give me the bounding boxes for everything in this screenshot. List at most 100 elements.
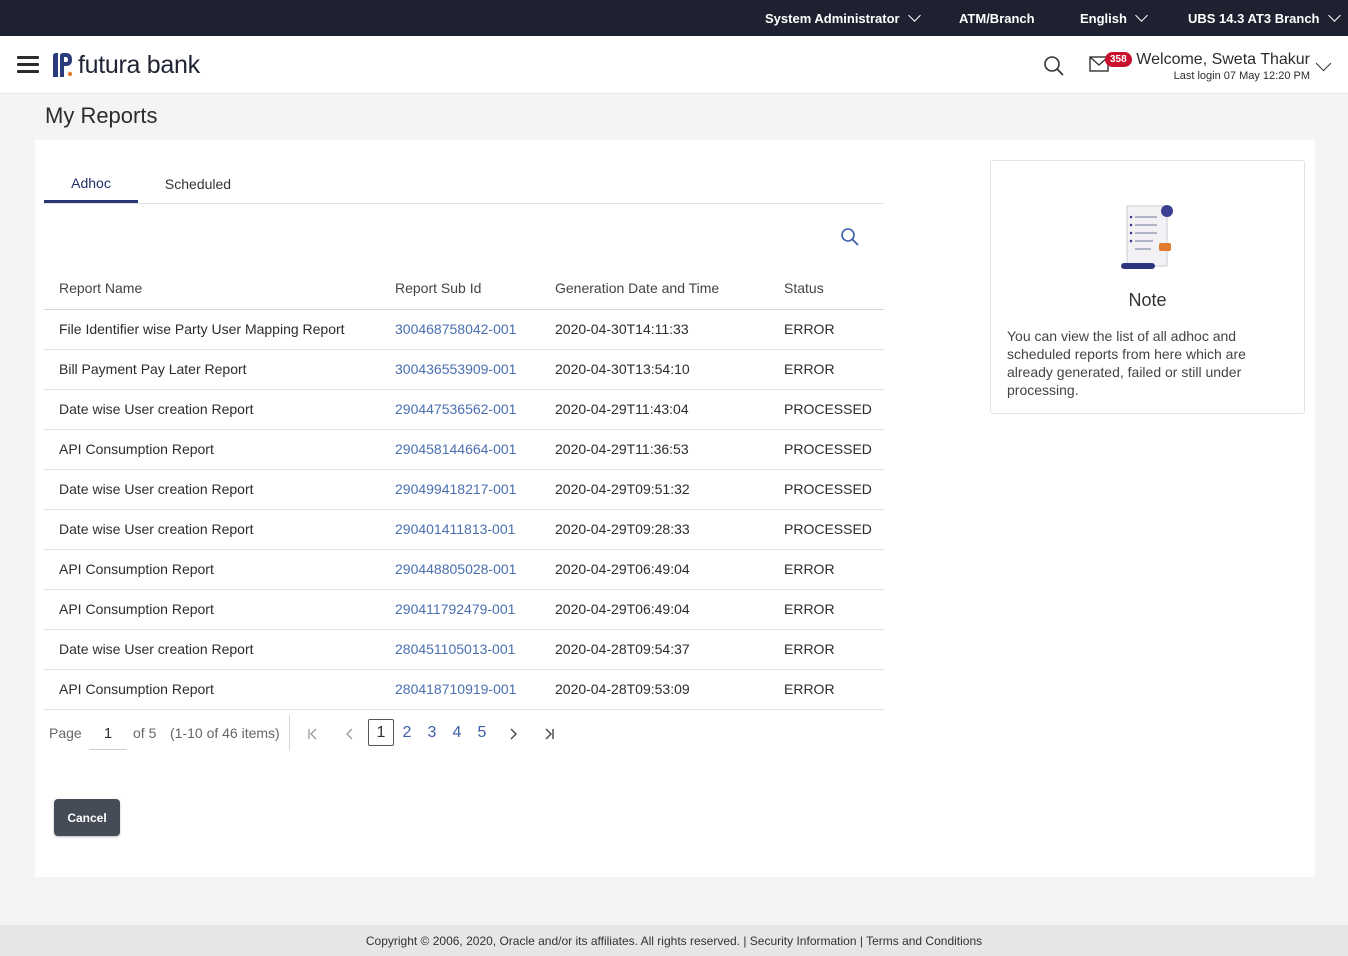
top-bar: System Administrator ATM/Branch English … [0, 0, 1348, 36]
page-number-input[interactable] [89, 718, 127, 750]
tab-bar: Adhoc Scheduled [44, 165, 884, 204]
table-row: API Consumption Report 290411792479-001 … [44, 590, 884, 630]
report-sub-id-link[interactable]: 290499418217-001 [395, 481, 516, 497]
column-generation-date[interactable]: Generation Date and Time [555, 280, 719, 296]
generation-date-cell: 2020-04-30T13:54:10 [555, 361, 690, 377]
notification-badge: 358 [1105, 52, 1132, 67]
table-header: Report Name Report Sub Id Generation Dat… [44, 270, 884, 310]
generation-date-cell: 2020-04-29T06:49:04 [555, 561, 690, 577]
page-2-button[interactable]: 2 [394, 719, 420, 746]
report-name-cell: Date wise User creation Report [59, 521, 254, 537]
table-row: Date wise User creation Report 290499418… [44, 470, 884, 510]
report-name-cell: Date wise User creation Report [59, 401, 254, 417]
status-cell: ERROR [784, 641, 835, 657]
column-report-name[interactable]: Report Name [59, 280, 142, 296]
pagination: Page of 5 (1-10 of 46 items) 1 2 3 4 5 [44, 715, 884, 755]
next-page-icon[interactable] [508, 728, 518, 740]
page-4-button[interactable]: 4 [444, 719, 470, 746]
report-name-cell: File Identifier wise Party User Mapping … [59, 321, 345, 337]
column-report-sub-id[interactable]: Report Sub Id [395, 280, 481, 296]
menu-icon[interactable] [17, 56, 39, 74]
role-dropdown[interactable]: System Administrator [765, 0, 921, 36]
table-row: Date wise User creation Report 280451105… [44, 630, 884, 670]
report-name-cell: API Consumption Report [59, 441, 214, 457]
user-welcome[interactable]: Welcome, Sweta Thakur Last login 07 May … [1136, 51, 1310, 83]
page-5-button[interactable]: 5 [469, 719, 495, 746]
report-sub-id-link[interactable]: 280451105013-001 [395, 641, 515, 657]
search-icon[interactable] [840, 227, 860, 247]
welcome-text: Welcome, Sweta Thakur [1136, 51, 1310, 68]
note-title: Note [1128, 290, 1167, 310]
brand-logo[interactable]: futura bank [50, 50, 200, 80]
report-sub-id-link[interactable]: 290401411813-001 [395, 521, 515, 537]
cancel-button[interactable]: Cancel [54, 799, 120, 836]
tab-scheduled[interactable]: Scheduled [154, 165, 242, 203]
chevron-down-icon [907, 8, 921, 22]
last-login-text: Last login 07 May 12:20 PM [1173, 70, 1310, 82]
futura-logo-icon [53, 53, 73, 77]
generation-date-cell: 2020-04-29T06:49:04 [555, 601, 690, 617]
status-cell: PROCESSED [784, 401, 872, 417]
report-name-cell: API Consumption Report [59, 561, 214, 577]
page-label: Page [49, 725, 82, 741]
report-sub-id-link[interactable]: 300468758042-001 [395, 321, 516, 337]
footer-text: Copyright © 2006, 2020, Oracle and/or it… [365, 933, 983, 948]
generation-date-cell: 2020-04-29T11:36:53 [555, 441, 689, 457]
search-icon[interactable] [1043, 55, 1065, 77]
page-title: My Reports [45, 103, 158, 128]
branch-label: UBS 14.3 AT3 Branch [1188, 10, 1320, 26]
report-sub-id-link[interactable]: 290447536562-001 [395, 401, 516, 417]
report-name-cell: API Consumption Report [59, 601, 214, 617]
status-cell: ERROR [784, 321, 835, 337]
report-sub-id-link[interactable]: 280418710919-001 [395, 681, 516, 697]
footer: Copyright © 2006, 2020, Oracle and/or it… [0, 925, 1348, 956]
report-name-cell: Date wise User creation Report [59, 481, 254, 497]
report-name-cell: API Consumption Report [59, 681, 214, 697]
column-status[interactable]: Status [784, 280, 824, 296]
language-dropdown[interactable]: English [1080, 0, 1148, 36]
brand-name: futura bank [78, 50, 200, 79]
report-name-cell: Date wise User creation Report [59, 641, 254, 657]
page-of-label: of 5 [133, 725, 157, 741]
generation-date-cell: 2020-04-29T09:28:33 [555, 521, 690, 537]
report-sub-id-link[interactable]: 290411792479-001 [395, 601, 515, 617]
generation-date-cell: 2020-04-30T14:11:33 [555, 321, 689, 337]
document-note-icon [1121, 205, 1173, 269]
report-name-cell: Bill Payment Pay Later Report [59, 361, 247, 377]
items-count-label: (1-10 of 46 items) [170, 725, 280, 741]
status-cell: ERROR [784, 561, 835, 577]
status-cell: ERROR [784, 361, 835, 377]
table-row: File Identifier wise Party User Mapping … [44, 310, 884, 350]
tab-adhoc[interactable]: Adhoc [44, 165, 138, 203]
first-page-icon[interactable] [307, 728, 319, 740]
table-row: Bill Payment Pay Later Report 3004365539… [44, 350, 884, 390]
atm-branch-label: ATM/Branch [959, 10, 1035, 26]
note-panel: Note You can view the list of all adhoc … [990, 160, 1305, 414]
page-3-button[interactable]: 3 [419, 719, 445, 746]
status-cell: PROCESSED [784, 441, 872, 457]
generation-date-cell: 2020-04-28T09:54:37 [555, 641, 690, 657]
table-row: Date wise User creation Report 290401411… [44, 510, 884, 550]
page-1-button[interactable]: 1 [368, 719, 394, 746]
branch-dropdown[interactable]: UBS 14.3 AT3 Branch [1188, 0, 1341, 36]
role-label: System Administrator [765, 10, 900, 26]
generation-date-cell: 2020-04-28T09:53:09 [555, 681, 690, 697]
status-cell: ERROR [784, 601, 835, 617]
chevron-down-icon [1135, 8, 1148, 22]
language-label: English [1080, 10, 1127, 26]
status-cell: PROCESSED [784, 521, 872, 537]
report-sub-id-link[interactable]: 300436553909-001 [395, 361, 516, 377]
table-row: API Consumption Report 290448805028-001 … [44, 550, 884, 590]
note-text: You can view the list of all adhoc and s… [1007, 328, 1246, 398]
pagination-divider [289, 715, 290, 751]
generation-date-cell: 2020-04-29T09:51:32 [555, 481, 690, 497]
atm-branch-link[interactable]: ATM/Branch [959, 0, 1035, 36]
status-cell: ERROR [784, 681, 835, 697]
table-row: API Consumption Report 290458144664-001 … [44, 430, 884, 470]
status-cell: PROCESSED [784, 481, 872, 497]
report-sub-id-link[interactable]: 290458144664-001 [395, 441, 516, 457]
last-page-icon[interactable] [543, 728, 555, 740]
report-sub-id-link[interactable]: 290448805028-001 [395, 561, 516, 577]
previous-page-icon[interactable] [345, 728, 355, 740]
table-row: Date wise User creation Report 290447536… [44, 390, 884, 430]
